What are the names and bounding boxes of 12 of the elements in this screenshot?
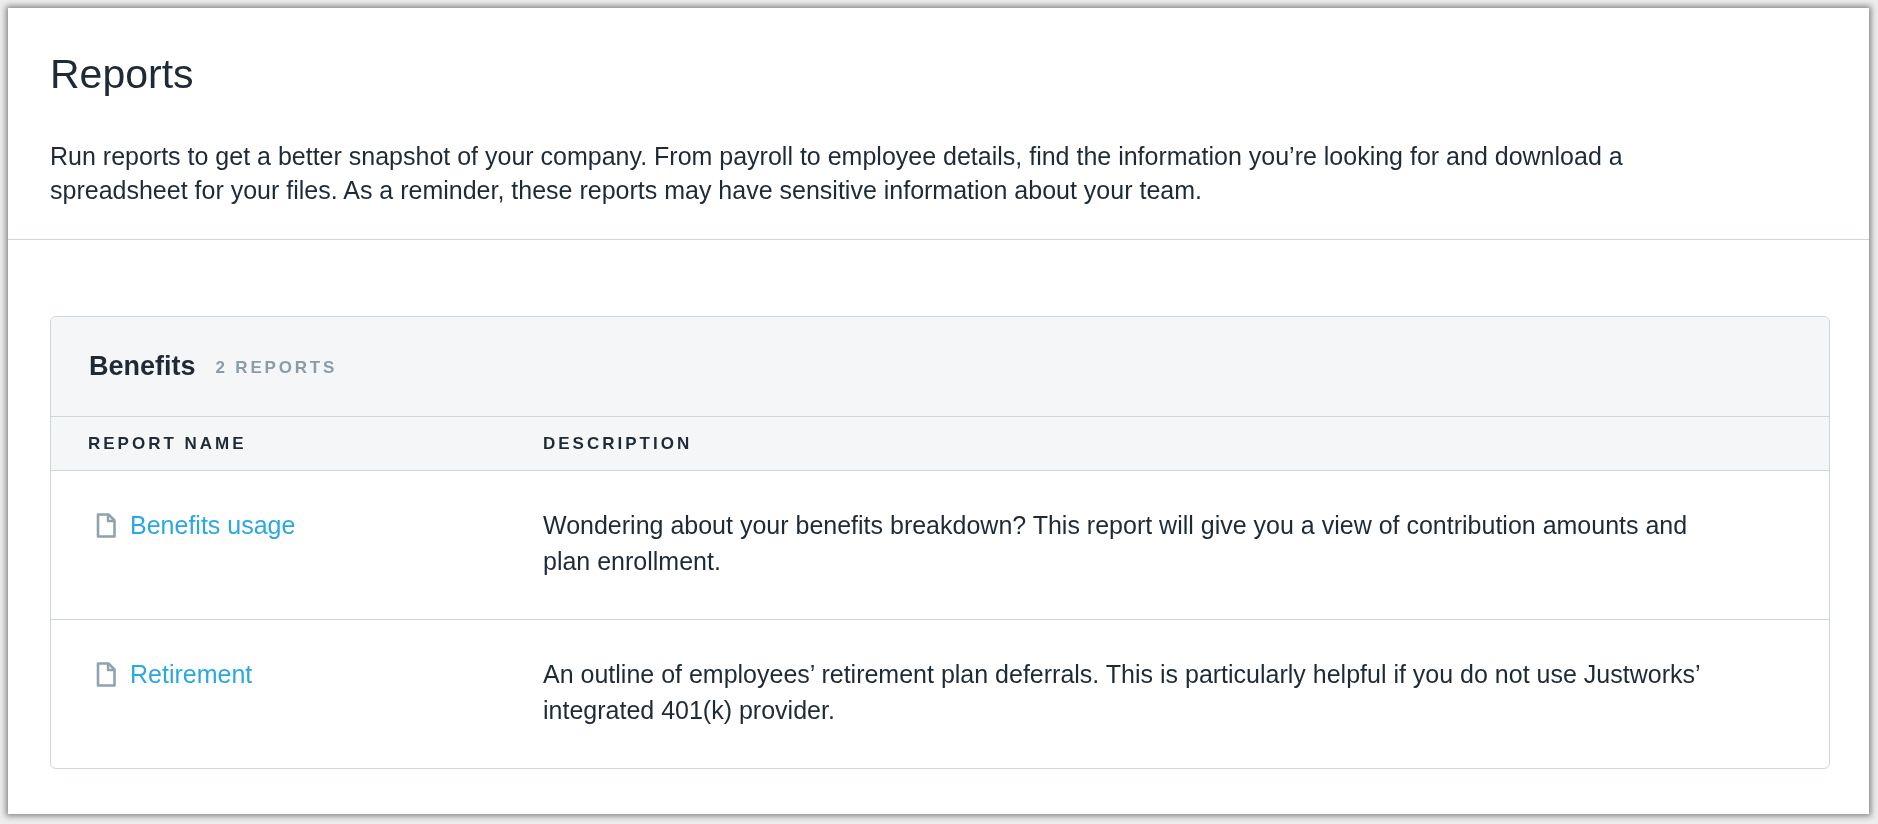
column-header: DESCRIPTION [543, 433, 693, 454]
column-header: REPORT NAME [88, 433, 247, 454]
group-title: Benefits [89, 351, 196, 382]
document-icon [96, 661, 116, 687]
document-icon [96, 512, 116, 538]
report-link[interactable]: Retirement [130, 656, 253, 692]
report-description: An outline of employees’ retirement plan deferrals. This is particularly helpful if you do not use Justworks’ integrated 401(k) provider. [543, 659, 1701, 726]
page-description: Run reports to get a better snapshot of your company. From payroll to employee details, find the information you’re looking for and download a spreadsheet for your files. As a reminder, these reports may have sensitive information about your team. [50, 141, 1624, 206]
report-description: Wondering about your benefits breakdown? This report will give you a view of contribution amounts and plan enrollment. [543, 510, 1689, 577]
report-link[interactable]: Benefits usage [130, 507, 296, 543]
report-count: 2 REPORTS [215, 357, 338, 378]
page-title: Reports [50, 50, 195, 99]
